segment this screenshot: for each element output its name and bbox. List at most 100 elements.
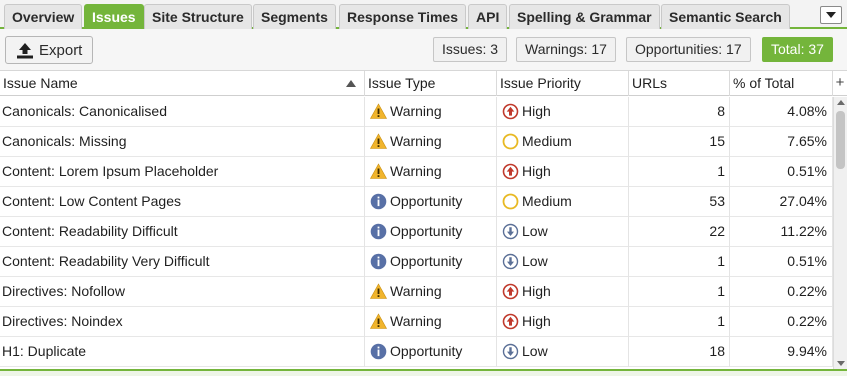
column-header-issue-type[interactable]: Issue Type	[365, 71, 497, 96]
panel-bottom-border	[0, 369, 847, 376]
issue-priority-cell: Medium	[497, 127, 629, 157]
percent-of-total-cell: 9.94%	[730, 337, 833, 367]
table-row[interactable]: Content: Lorem Ipsum Placeholder Warning H…	[0, 157, 833, 187]
tab-response-times[interactable]: Response Times	[339, 4, 467, 29]
upload-icon	[17, 43, 33, 59]
issue-name: Content: Lorem Ipsum Placeholder	[2, 163, 219, 179]
tab-overview[interactable]: Overview	[4, 4, 83, 29]
table-row[interactable]: Content: Low Content Pages Opportunity Med…	[0, 187, 833, 217]
info-icon	[370, 343, 387, 360]
tab-api[interactable]: API	[468, 4, 508, 29]
urls-cell: 1	[629, 247, 730, 277]
urls-count: 15	[709, 133, 725, 149]
urls-count: 1	[717, 163, 725, 179]
column-header-urls[interactable]: URLs	[629, 71, 730, 96]
urls-count: 18	[709, 343, 725, 359]
urls-cell: 22	[629, 217, 730, 247]
table-row[interactable]: Content: Readability Very Difficult Oppor…	[0, 247, 833, 277]
issue-type-cell: Opportunity	[365, 217, 497, 247]
issue-type-cell: Warning	[365, 307, 497, 337]
column-header-label: Issue Name	[3, 75, 78, 91]
info-icon	[370, 253, 387, 270]
warnings-count-filter[interactable]: Warnings: 17	[516, 37, 616, 62]
issue-type-cell: Opportunity	[365, 337, 497, 367]
issue-priority-cell: High	[497, 307, 629, 337]
urls-cell: 8	[629, 97, 730, 127]
priority-high-icon	[502, 283, 519, 300]
table-row[interactable]: Canonicals: Canonicalised Warning High 8 4.0…	[0, 97, 833, 127]
tab-segments[interactable]: Segments	[253, 4, 336, 29]
scroll-up-icon[interactable]	[837, 100, 845, 105]
issue-type: Warning	[390, 103, 442, 119]
percent-of-total-cell: 0.51%	[730, 247, 833, 277]
column-header-label: URLs	[632, 75, 668, 91]
issue-name: Directives: Noindex	[2, 313, 123, 329]
issue-name: Content: Readability Very Difficult	[2, 253, 210, 269]
issues-count-filter[interactable]: Issues: 3	[433, 37, 508, 62]
tab-issues[interactable]: Issues	[84, 4, 144, 29]
opportunities-count-filter[interactable]: Opportunities: 17	[626, 37, 751, 62]
table-row[interactable]: Directives: Nofollow Warning High 1 0.22%	[0, 277, 833, 307]
sort-ascending-icon	[346, 80, 356, 87]
table-row[interactable]: H1: Duplicate Opportunity Low 18 9.94%	[0, 337, 833, 367]
issue-name-cell: Content: Lorem Ipsum Placeholder	[0, 157, 365, 187]
urls-count: 8	[717, 103, 725, 119]
issue-type: Warning	[390, 313, 442, 329]
issue-type: Opportunity	[390, 193, 463, 209]
issue-priority: Medium	[522, 193, 572, 209]
issue-name: H1: Duplicate	[2, 343, 87, 359]
percent-of-total-cell: 0.51%	[730, 157, 833, 187]
tabs-overflow-dropdown-icon[interactable]	[820, 6, 842, 24]
percent-of-total: 0.22%	[787, 313, 827, 329]
urls-count: 53	[709, 193, 725, 209]
column-header-percent-of-total[interactable]: % of Total	[730, 71, 833, 96]
table-header: Issue Name Issue Type Issue Priority URL…	[0, 71, 847, 96]
column-header-label: Issue Type	[368, 75, 436, 91]
issue-priority: High	[522, 103, 551, 119]
issue-priority-cell: High	[497, 97, 629, 127]
urls-count: 1	[717, 283, 725, 299]
add-column-icon[interactable]: +	[833, 71, 847, 96]
warning-icon	[370, 133, 387, 149]
issue-name-cell: Content: Low Content Pages	[0, 187, 365, 217]
tab-semantic-search[interactable]: Semantic Search	[661, 4, 790, 29]
toolbar: Export Issues: 3 Warnings: 17 Opportunit…	[0, 29, 847, 71]
export-button[interactable]: Export	[5, 36, 93, 64]
issue-name: Canonicals: Missing	[2, 133, 127, 149]
issue-priority: Low	[522, 253, 548, 269]
percent-of-total-cell: 7.65%	[730, 127, 833, 157]
table-row[interactable]: Canonicals: Missing Warning Medium 15 7.65%	[0, 127, 833, 157]
warning-icon	[370, 283, 387, 299]
vertical-scrollbar[interactable]	[833, 97, 847, 369]
column-header-issue-priority[interactable]: Issue Priority	[497, 71, 629, 96]
export-label: Export	[39, 42, 83, 59]
column-header-label: % of Total	[733, 75, 795, 91]
urls-cell: 18	[629, 337, 730, 367]
priority-high-icon	[502, 163, 519, 180]
issue-name-cell: Content: Readability Difficult	[0, 217, 365, 247]
issue-type-cell: Opportunity	[365, 247, 497, 277]
total-count-filter[interactable]: Total: 37	[762, 37, 833, 62]
column-header-issue-name[interactable]: Issue Name	[0, 71, 365, 96]
table-row[interactable]: Directives: Noindex Warning High 1 0.22%	[0, 307, 833, 337]
warning-icon	[370, 163, 387, 179]
issue-name-cell: Content: Readability Very Difficult	[0, 247, 365, 277]
issue-name: Content: Readability Difficult	[2, 223, 178, 239]
scrollbar-thumb[interactable]	[836, 111, 845, 169]
percent-of-total-cell: 0.22%	[730, 277, 833, 307]
percent-of-total: 11.22%	[780, 223, 827, 239]
tab-spelling-grammar[interactable]: Spelling & Grammar	[509, 4, 660, 29]
scroll-down-icon[interactable]	[837, 361, 845, 366]
column-header-label: Issue Priority	[500, 75, 581, 91]
tab-bar: Overview Issues Site Structure Segments …	[0, 0, 847, 29]
issue-priority: High	[522, 313, 551, 329]
issue-priority-cell: Low	[497, 337, 629, 367]
issue-name-cell: Canonicals: Canonicalised	[0, 97, 365, 127]
tab-site-structure[interactable]: Site Structure	[144, 4, 252, 29]
table-row[interactable]: Content: Readability Difficult Opportunit…	[0, 217, 833, 247]
issue-type-cell: Warning	[365, 127, 497, 157]
issue-priority: High	[522, 283, 551, 299]
percent-of-total: 9.94%	[787, 343, 827, 359]
issue-name: Canonicals: Canonicalised	[2, 103, 167, 119]
percent-of-total: 4.08%	[787, 103, 827, 119]
